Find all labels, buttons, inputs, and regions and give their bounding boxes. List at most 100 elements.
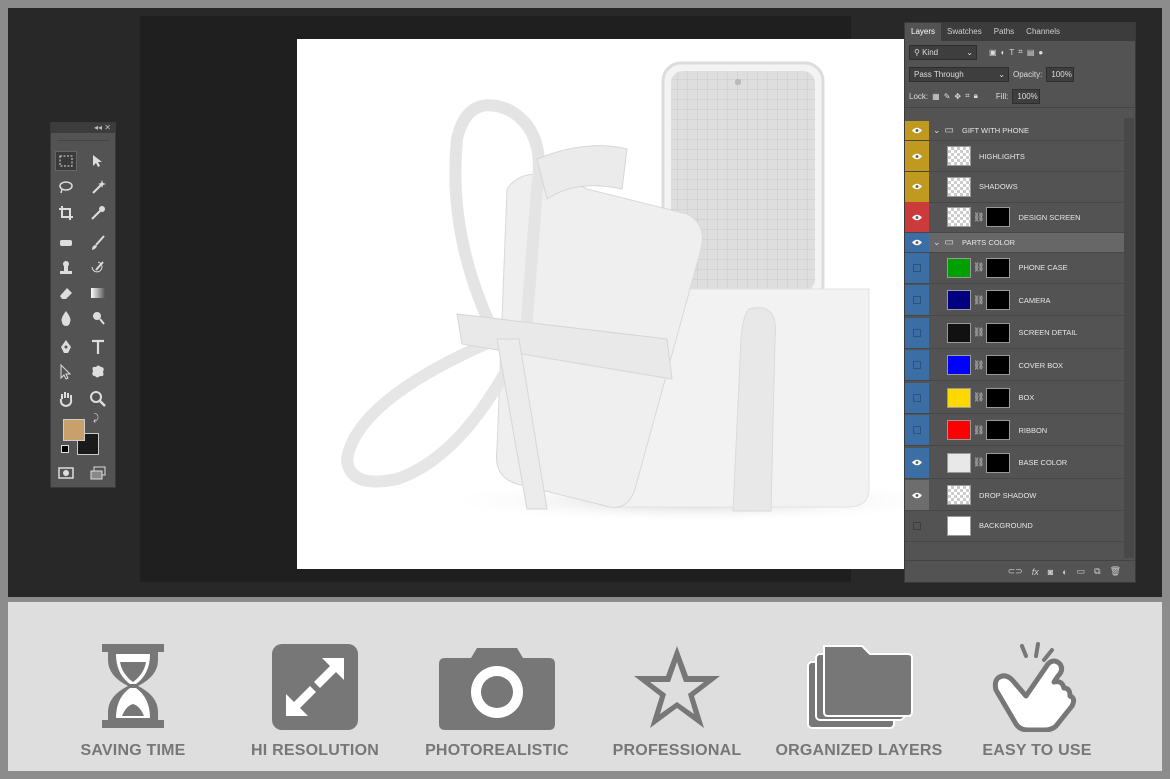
mask-link-icon[interactable]: ⛓︎ bbox=[973, 262, 984, 273]
lasso-tool-icon[interactable] bbox=[55, 177, 77, 197]
lock-pixels-icon[interactable]: ▦ bbox=[932, 92, 940, 101]
layer-filter-select[interactable]: ⚲ Kind ⌄ bbox=[909, 44, 977, 60]
mask-link-icon[interactable]: ⛓︎ bbox=[973, 457, 984, 468]
layer-row[interactable]: ⛓︎ CAMERA bbox=[905, 285, 1125, 316]
mask-link-icon[interactable]: ⛓︎ bbox=[973, 425, 984, 436]
visibility-toggle[interactable] bbox=[905, 285, 929, 315]
stamp-tool-icon[interactable] bbox=[55, 258, 77, 278]
layer-row[interactable]: ⛓︎ BASE COLOR bbox=[905, 447, 1125, 479]
visibility-toggle[interactable] bbox=[905, 317, 929, 348]
adjustment-layer-icon[interactable]: ◐ bbox=[1062, 567, 1067, 577]
layer-mask-thumbnail[interactable] bbox=[986, 355, 1011, 375]
layer-mask-thumbnail[interactable] bbox=[986, 420, 1011, 440]
default-colors-icon[interactable] bbox=[61, 445, 69, 453]
blend-mode-select[interactable]: Pass Through ⌄ bbox=[909, 66, 1009, 82]
visibility-toggle[interactable] bbox=[905, 252, 929, 283]
opacity-field[interactable]: 100% bbox=[1046, 66, 1075, 82]
layer-row[interactable]: SHADOWS bbox=[905, 171, 1125, 203]
hand-tool-icon[interactable] bbox=[55, 389, 77, 409]
visibility-toggle[interactable] bbox=[905, 350, 929, 380]
layer-mask-thumbnail[interactable] bbox=[986, 290, 1011, 310]
mask-link-icon[interactable]: ⛓︎ bbox=[973, 327, 984, 338]
lock-artboard-icon[interactable]: ⌗ bbox=[965, 91, 970, 101]
tab-swatches[interactable]: Swatches bbox=[941, 23, 988, 41]
mask-link-icon[interactable]: ⛓︎ bbox=[973, 295, 984, 306]
magic-wand-icon[interactable] bbox=[87, 177, 109, 197]
layer-row[interactable]: ⛓︎ PHONE CASE bbox=[905, 252, 1125, 284]
smart-filter-icon[interactable]: ▤ bbox=[1027, 48, 1035, 57]
lock-all-icon[interactable]: 🔒︎ bbox=[974, 91, 978, 101]
chevron-down-icon[interactable]: ⌄ bbox=[933, 125, 941, 136]
layer-row[interactable]: HIGHLIGHTS bbox=[905, 141, 1125, 172]
tools-panel-header[interactable]: ◂◂ ✕ bbox=[51, 123, 115, 133]
pixel-filter-icon[interactable]: ▣ bbox=[989, 48, 997, 57]
move-tool-icon[interactable] bbox=[87, 151, 109, 171]
history-brush-icon[interactable] bbox=[87, 258, 109, 278]
healing-brush-icon[interactable] bbox=[55, 233, 77, 253]
new-layer-icon[interactable]: ⧉ bbox=[1094, 566, 1100, 577]
tab-paths[interactable]: Paths bbox=[988, 23, 1020, 41]
visibility-toggle[interactable] bbox=[905, 382, 929, 413]
layer-row[interactable]: ⛓︎ RIBBON bbox=[905, 415, 1125, 446]
lock-paint-icon[interactable]: ✎ bbox=[944, 92, 951, 101]
adjustment-filter-icon[interactable]: ◐ bbox=[1001, 48, 1006, 57]
layer-mask-thumbnail[interactable] bbox=[986, 452, 1011, 473]
add-mask-icon[interactable]: ◙ bbox=[1048, 567, 1053, 577]
document-canvas[interactable] bbox=[297, 39, 959, 569]
dodge-tool-icon[interactable] bbox=[87, 308, 109, 328]
eye-icon[interactable] bbox=[905, 202, 929, 232]
filter-toggle-icon[interactable]: ● bbox=[1038, 48, 1043, 57]
type-filter-icon[interactable]: T bbox=[1009, 48, 1014, 57]
layers-scrollbar[interactable] bbox=[1124, 118, 1134, 558]
layer-row[interactable]: DROP SHADOW bbox=[905, 480, 1125, 511]
link-layers-icon[interactable]: ⊂⊃ bbox=[1008, 566, 1023, 577]
brush-tool-icon[interactable] bbox=[87, 233, 109, 253]
layer-mask-thumbnail[interactable] bbox=[986, 257, 1011, 278]
fx-icon[interactable]: fx bbox=[1032, 567, 1039, 577]
mask-link-icon[interactable]: ⛓︎ bbox=[973, 212, 984, 223]
mask-link-icon[interactable]: ⛓︎ bbox=[973, 392, 984, 403]
layer-row[interactable]: ⛓︎ SCREEN DETAIL bbox=[905, 317, 1125, 349]
visibility-toggle[interactable] bbox=[905, 510, 929, 541]
shape-filter-icon[interactable]: ⌗ bbox=[1018, 47, 1023, 57]
shape-tool-icon[interactable] bbox=[87, 362, 109, 382]
layer-row[interactable]: ⛓︎ COVER BOX bbox=[905, 350, 1125, 381]
eye-icon[interactable] bbox=[905, 447, 929, 478]
layer-row[interactable]: ⛓︎ BOX bbox=[905, 382, 1125, 414]
visibility-toggle[interactable] bbox=[905, 415, 929, 445]
foreground-color-swatch[interactable] bbox=[63, 419, 85, 441]
quick-mask-icon[interactable] bbox=[55, 463, 77, 483]
path-selection-icon[interactable] bbox=[55, 362, 77, 382]
gradient-tool-icon[interactable] bbox=[87, 283, 109, 303]
layer-mask-thumbnail[interactable] bbox=[986, 322, 1011, 343]
eye-icon[interactable] bbox=[905, 232, 929, 252]
layer-group-row[interactable]: ⌄ ▭ PARTS COLOR bbox=[905, 232, 1125, 253]
chevron-down-icon[interactable]: ⌄ bbox=[933, 237, 941, 248]
mask-link-icon[interactable]: ⛓︎ bbox=[973, 360, 984, 371]
layer-row[interactable]: ⛓︎ DESIGN SCREEN bbox=[905, 202, 1125, 233]
eyedropper-icon[interactable] bbox=[87, 203, 109, 223]
tab-layers[interactable]: Layers bbox=[905, 23, 942, 41]
lock-position-icon[interactable]: ✥ bbox=[954, 92, 961, 101]
pen-tool-icon[interactable] bbox=[55, 337, 77, 357]
eye-icon[interactable] bbox=[905, 480, 929, 510]
new-group-icon[interactable]: ▭ bbox=[1077, 566, 1086, 577]
eye-icon[interactable] bbox=[905, 141, 929, 171]
tab-channels[interactable]: Channels bbox=[1020, 23, 1066, 41]
swap-colors-icon[interactable]: ⤸ bbox=[93, 413, 99, 424]
screen-mode-icon[interactable] bbox=[87, 463, 109, 483]
layer-mask-thumbnail[interactable] bbox=[986, 387, 1011, 408]
layer-mask-thumbnail[interactable] bbox=[986, 207, 1011, 227]
eye-icon[interactable] bbox=[905, 121, 929, 140]
layer-group-row[interactable]: ⌄ ▭ GIFT WITH PHONE bbox=[905, 121, 1125, 141]
zoom-tool-icon[interactable] bbox=[87, 389, 109, 409]
marquee-tool-icon[interactable] bbox=[55, 151, 77, 171]
eraser-tool-icon[interactable] bbox=[55, 283, 77, 303]
type-tool-icon[interactable] bbox=[87, 337, 109, 357]
crop-tool-icon[interactable] bbox=[55, 203, 77, 223]
eye-icon[interactable] bbox=[905, 171, 929, 202]
trash-icon[interactable]: 🗑︎ bbox=[1110, 566, 1121, 577]
fill-field[interactable]: 100% bbox=[1012, 88, 1041, 104]
tools-grip[interactable] bbox=[57, 135, 109, 141]
layer-row[interactable]: BACKGROUND bbox=[905, 510, 1125, 542]
